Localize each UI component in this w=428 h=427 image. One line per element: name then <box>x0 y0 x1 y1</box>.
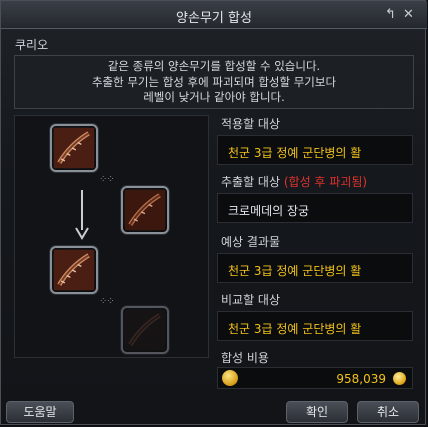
coin-stack-icon <box>222 370 238 386</box>
description-line: 추출한 무기는 합성 후에 파괴되며 합성할 무기보다 <box>91 74 337 89</box>
cost-value: 958,039 <box>336 372 386 386</box>
synthesis-window: 양손무기 합성 ↰ ✕ 쿠리오 같은 종류의 양손무기를 합성할 수 있습니다.… <box>0 0 427 425</box>
result-weapon-slot[interactable] <box>50 246 98 294</box>
extract-label-row: 추출할 대상 (합성 후 파괴됨) <box>221 173 367 190</box>
target-label: 적용할 대상 <box>221 117 281 131</box>
compare-value[interactable]: 천군 3급 정예 군단병의 활 <box>217 311 413 341</box>
cancel-button[interactable]: 취소 <box>357 401 419 423</box>
undo-icon[interactable]: ↰ <box>385 7 396 22</box>
title-bar[interactable]: 양손무기 합성 ↰ ✕ <box>1 1 427 29</box>
npc-name: 쿠리오 <box>15 38 49 52</box>
target-weapon-slot[interactable] <box>50 124 98 172</box>
help-button[interactable]: 도움말 <box>6 401 74 423</box>
window-title: 양손무기 합성 <box>176 11 252 26</box>
bow-icon <box>124 309 166 351</box>
confirm-button[interactable]: 확인 <box>286 401 348 423</box>
description-box: 같은 종류의 양손무기를 합성할 수 있습니다. 추출한 무기는 합성 후에 파… <box>14 55 414 109</box>
extract-value[interactable]: 크로메데의 장궁 <box>217 193 413 223</box>
bow-icon <box>53 127 95 169</box>
cost-label: 합성 비용 <box>221 351 269 365</box>
chain-connector: ⁘⁘ <box>99 174 115 185</box>
extract-warning: (합성 후 파괴됨) <box>283 175 368 189</box>
kinah-coin-icon <box>393 372 406 385</box>
chain-connector: ⁘⁘ <box>99 296 115 307</box>
arrow-down-icon <box>75 190 89 240</box>
result-value[interactable]: 천군 3급 정예 군단병의 활 <box>217 253 413 283</box>
result-label: 예상 결과물 <box>221 235 281 249</box>
close-icon[interactable]: ✕ <box>403 7 414 22</box>
description-line: 같은 종류의 양손무기를 합성할 수 있습니다. <box>107 59 321 73</box>
compare-weapon-slot[interactable] <box>121 306 169 354</box>
item-slots-panel: ⁘⁘ ⁘⁘ <box>14 115 209 358</box>
extract-label: 추출할 대상 <box>221 175 281 189</box>
extract-weapon-slot[interactable] <box>121 186 169 234</box>
bow-icon <box>124 189 166 231</box>
bow-icon <box>53 249 95 291</box>
description-line: 레벨이 낮거나 같아야 합니다. <box>143 90 285 104</box>
target-value[interactable]: 천군 3급 정예 군단병의 활 <box>217 135 413 165</box>
compare-label: 비교할 대상 <box>221 293 281 307</box>
cost-box: 958,039 <box>217 367 413 389</box>
